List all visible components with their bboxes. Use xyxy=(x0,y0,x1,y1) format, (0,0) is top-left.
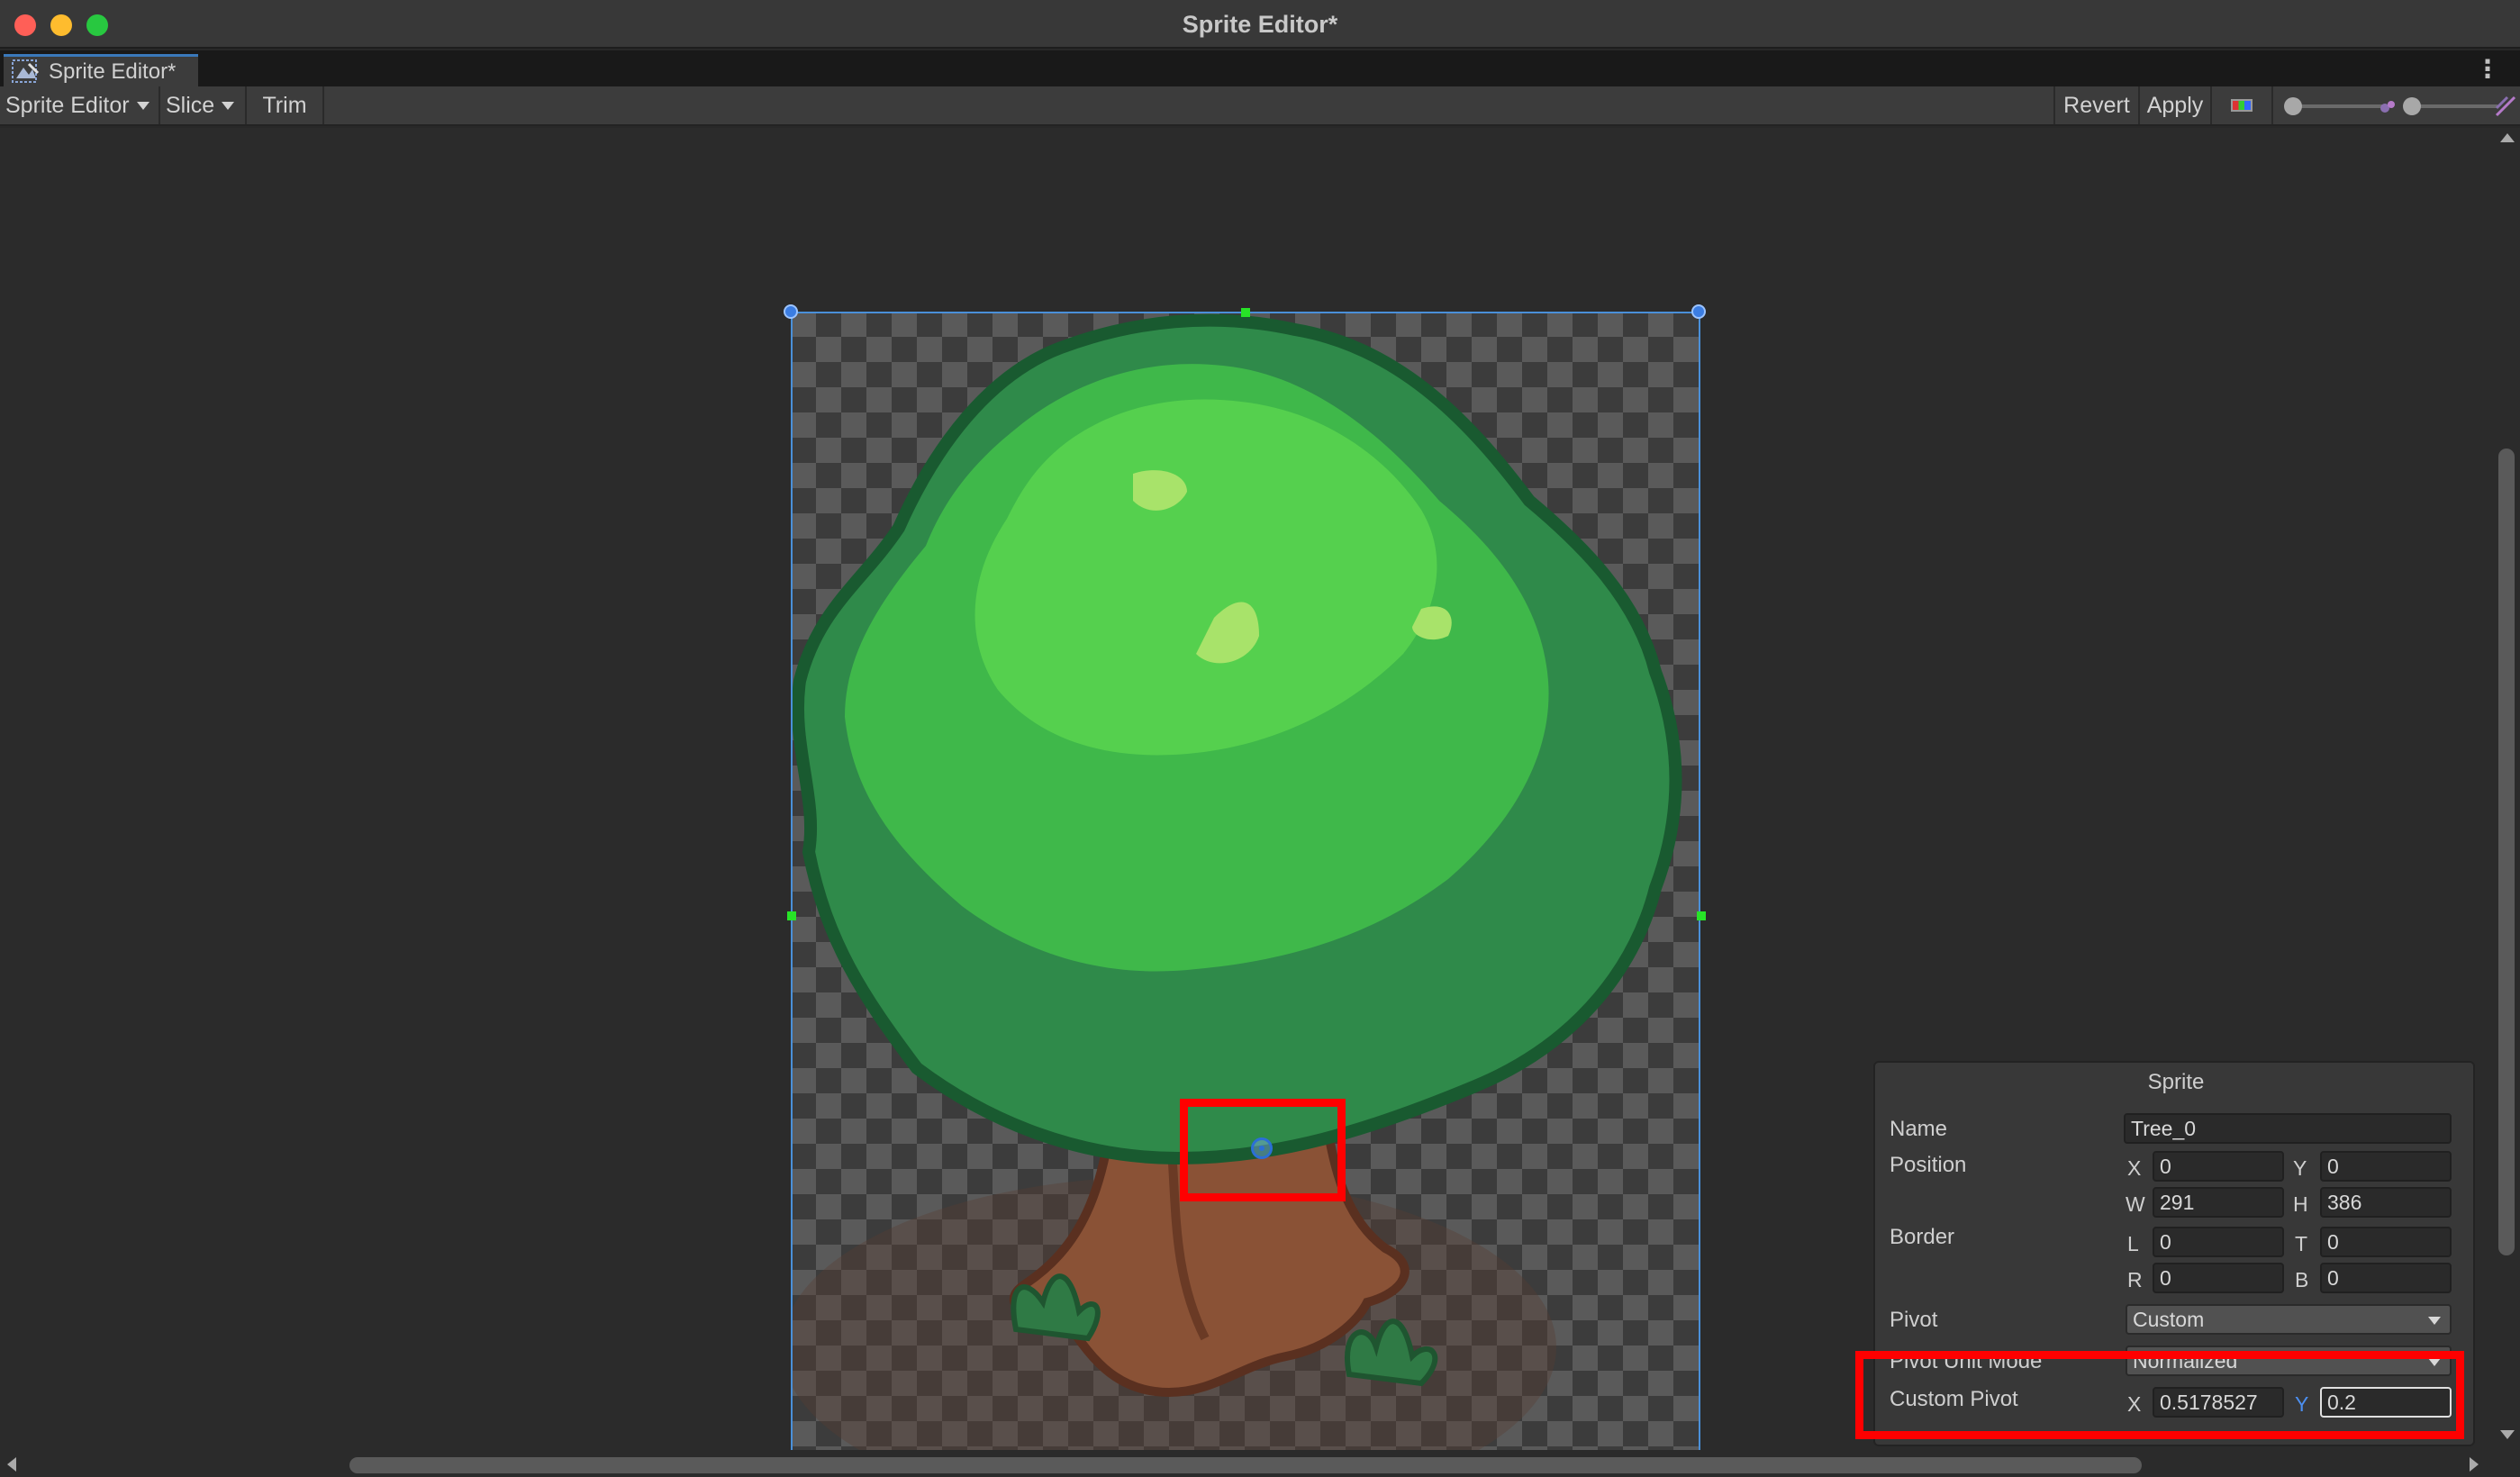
vertical-scrollbar[interactable] xyxy=(2495,128,2520,1450)
custom-pivot-highlight-box xyxy=(1855,1351,2464,1439)
position-x-label: X xyxy=(2127,1156,2142,1180)
position-label: Position xyxy=(1890,1153,1967,1177)
toolbar: Sprite Editor Slice Trim Revert Apply xyxy=(0,86,2520,126)
mip-level-slider-track[interactable] xyxy=(2408,104,2498,108)
more-vertical-icon[interactable]: ⋮ xyxy=(2475,54,2500,84)
position-x-field[interactable]: 0 xyxy=(2153,1151,2284,1182)
corner-handle-top-right[interactable] xyxy=(1691,304,1706,319)
position-y-field[interactable]: 0 xyxy=(2320,1151,2452,1182)
tab-sprite-editor[interactable]: Sprite Editor* xyxy=(4,54,198,86)
tab-label: Sprite Editor* xyxy=(49,59,177,84)
trim-button[interactable]: Trim xyxy=(247,86,324,124)
border-label: Border xyxy=(1890,1225,1955,1249)
border-t-label: T xyxy=(2295,1232,2308,1255)
border-t-field[interactable]: 0 xyxy=(2320,1227,2452,1257)
edge-handle-top[interactable] xyxy=(1241,308,1250,317)
inspector-title: Sprite xyxy=(2147,1070,2205,1094)
scroll-right-icon[interactable] xyxy=(2470,1457,2479,1472)
border-r-field[interactable]: 0 xyxy=(2153,1263,2284,1293)
scroll-left-icon[interactable] xyxy=(7,1457,16,1472)
revert-button[interactable]: Revert xyxy=(2053,86,2140,124)
position-h-field[interactable]: 386 xyxy=(2320,1187,2452,1218)
mip-level-slider-knob[interactable] xyxy=(2403,97,2421,115)
border-b-field[interactable]: 0 xyxy=(2320,1263,2452,1293)
name-field[interactable]: Tree_0 xyxy=(2124,1113,2452,1144)
scroll-down-icon[interactable] xyxy=(2500,1430,2515,1439)
color-channel-toggle[interactable] xyxy=(2212,86,2273,124)
zoom-slider-track[interactable] xyxy=(2289,104,2387,108)
pivot-label: Pivot xyxy=(1890,1308,1938,1332)
border-b-label: B xyxy=(2295,1268,2309,1291)
sprite-editor-mode-dropdown[interactable]: Sprite Editor xyxy=(0,86,160,124)
sprite-editor-window: Sprite Editor* Sprite Editor* ⋮ Sprite E… xyxy=(0,0,2520,1477)
horizontal-scrollbar[interactable] xyxy=(0,1450,2520,1477)
sprite-rect-area[interactable] xyxy=(784,304,1706,1477)
chevron-down-icon xyxy=(222,101,235,110)
sprite-editor-mode-label: Sprite Editor xyxy=(5,92,130,118)
chevron-down-icon xyxy=(2428,1317,2441,1325)
mipmap-large-icon xyxy=(2495,95,2516,117)
corner-handle-top-left[interactable] xyxy=(784,304,798,319)
sprite-selection-rect[interactable] xyxy=(791,312,1700,1477)
name-label: Name xyxy=(1890,1117,1948,1141)
rgb-channel-icon xyxy=(2231,99,2253,112)
pivot-center-dot xyxy=(1259,1146,1265,1151)
position-y-label: Y xyxy=(2293,1156,2307,1180)
tab-bar: Sprite Editor* ⋮ xyxy=(0,50,2520,86)
pivot-handle[interactable] xyxy=(1251,1137,1273,1159)
border-l-field[interactable]: 0 xyxy=(2153,1227,2284,1257)
pivot-dropdown-value: Custom xyxy=(2133,1307,2205,1331)
apply-button[interactable]: Apply xyxy=(2140,86,2212,124)
zoom-slider-knob[interactable] xyxy=(2284,97,2302,115)
vertical-scroll-thumb[interactable] xyxy=(2498,449,2515,1255)
position-w-field[interactable]: 291 xyxy=(2153,1187,2284,1218)
window-title: Sprite Editor* xyxy=(1182,11,1338,38)
border-r-label: R xyxy=(2127,1268,2143,1291)
edge-handle-right[interactable] xyxy=(1697,911,1706,920)
scroll-up-icon[interactable] xyxy=(2500,133,2515,142)
slice-dropdown[interactable]: Slice xyxy=(160,86,247,124)
horizontal-scroll-thumb[interactable] xyxy=(349,1457,2142,1473)
edge-handle-left[interactable] xyxy=(787,911,796,920)
pivot-dropdown[interactable]: Custom xyxy=(2126,1304,2452,1335)
border-l-label: L xyxy=(2127,1232,2139,1255)
mipmap-icon xyxy=(2380,101,2395,113)
slice-label: Slice xyxy=(166,92,215,118)
chevron-down-icon xyxy=(136,101,150,110)
title-bar: Sprite Editor* xyxy=(0,0,2520,49)
position-w-label: W xyxy=(2126,1192,2145,1216)
position-h-label: H xyxy=(2293,1192,2308,1216)
sprite-editor-icon xyxy=(12,59,40,83)
